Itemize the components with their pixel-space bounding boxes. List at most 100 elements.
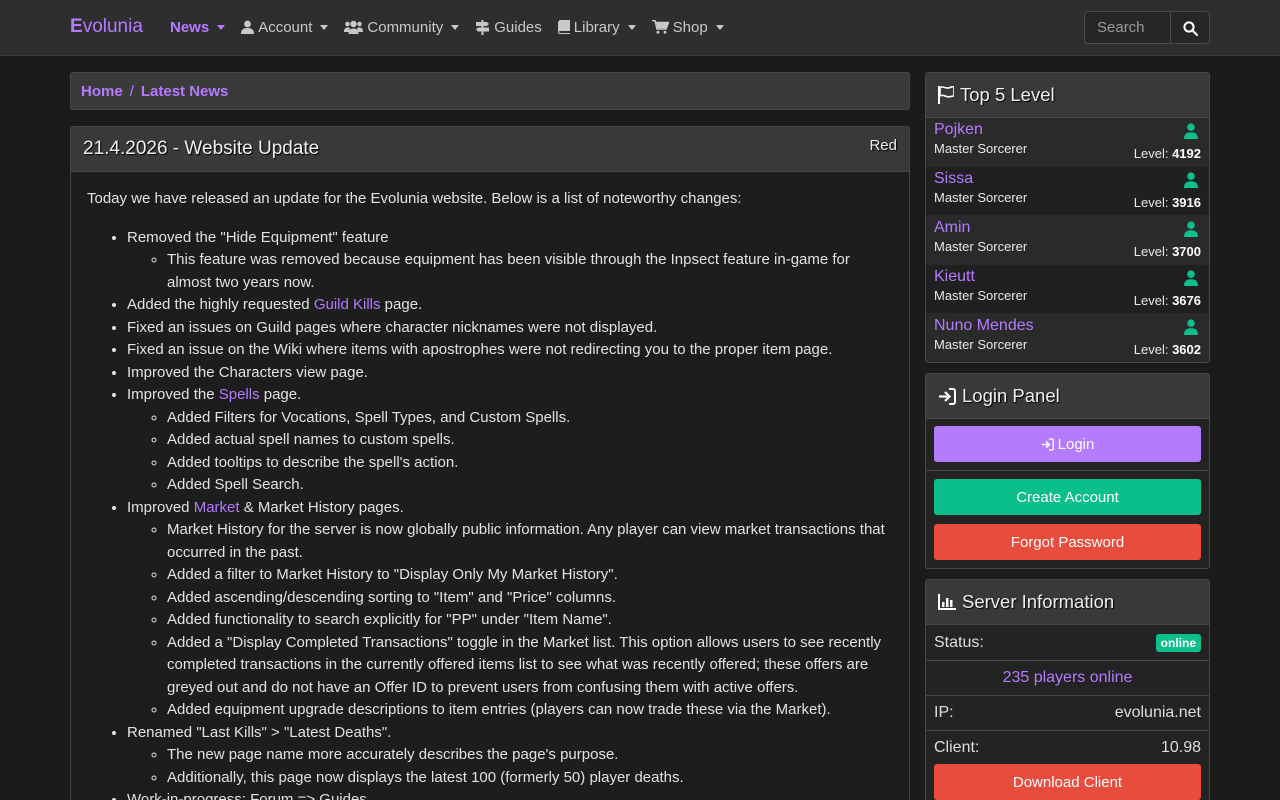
player-name-link[interactable]: Nuno Mendes [934,317,1034,335]
create-account-button[interactable]: Create Account [934,479,1201,515]
level-label: Level: [1133,293,1169,308]
sub-list-item: Added tooltips to describe the spell's a… [167,452,893,475]
guild-kills-link[interactable]: Guild Kills [314,296,381,313]
nav-news[interactable]: News [170,19,226,36]
level-label: Level: [1133,146,1169,161]
sub-list: Market History for the server is now glo… [127,519,893,722]
breadcrumb: Home / Latest News [70,72,910,110]
top5-header: Top 5 Level [926,73,1209,118]
breadcrumb-current[interactable]: Latest News [141,83,229,100]
status-label: Status: [934,633,984,651]
article-title: 21.4.2026 - Website Update [83,138,320,159]
download-client-label: Download Client [1012,773,1123,791]
player-level: Level: 3700 [1134,244,1201,259]
list-item-text: Removed the "Hide Equipment" feature [127,228,389,246]
divider [926,470,1209,471]
caret-down-icon [451,24,460,30]
sign-in-icon [1041,437,1054,451]
nav-shop[interactable]: Shop [651,19,724,36]
nav-library[interactable]: Library [557,18,636,36]
top5-row: Pojken Master Sorcerer Level: 4192 [926,118,1209,167]
list-item: Renamed "Last Kills" > "Latest Deaths". … [127,722,893,790]
cart-icon [651,20,669,34]
user-icon [1184,318,1198,336]
list-item-text: page. [380,296,423,313]
brand-rest: volunia [82,16,143,37]
market-link[interactable]: Market [194,499,240,516]
download-client-button[interactable]: Download Client [934,764,1201,800]
user-icon [1184,171,1198,189]
search-input[interactable] [1084,11,1170,44]
nav-community[interactable]: Community [344,19,460,36]
chart-icon [938,594,956,610]
sub-list-item: Additionally, this page now displays the… [167,767,893,790]
ip-value: evolunia.net [1114,704,1201,721]
player-name-link[interactable]: Kieutt [934,268,975,286]
players-online-row: 235 players online [926,660,1209,695]
player-level: Level: 3676 [1134,293,1201,308]
brand-logo[interactable]: Evolunia [70,16,143,38]
list-item: Improved the Characters view page. [127,362,893,385]
sub-list-item: This feature was removed because equipme… [167,249,893,294]
sub-list: This feature was removed because equipme… [127,249,893,294]
list-item: Fixed an issues on Guild pages where cha… [127,317,893,340]
caret-down-icon [627,24,636,30]
level-value: 4192 [1172,146,1201,161]
level-label: Level: [1133,195,1169,210]
spells-link[interactable]: Spells [219,386,260,403]
server-title: Server Information [962,591,1115,612]
forgot-password-label: Forgot Password [1010,533,1125,551]
login-button[interactable]: Login [934,426,1201,462]
sub-list-item: Added equipment upgrade descriptions to … [167,699,893,722]
top5-row: Sissa Master Sorcerer Level: 3916 [926,167,1209,216]
player-name-link[interactable]: Sissa [934,170,973,188]
nav-account[interactable]: Account [241,18,329,36]
sub-list: The new page name more accurately descri… [127,744,893,789]
search-button[interactable] [1170,11,1210,44]
sign-in-icon [938,387,956,405]
players-online-link[interactable]: 235 players online [1003,669,1133,687]
main-nav: News Account Community Guides Library Sh… [170,0,740,54]
nav-library-label: Library [573,18,620,36]
player-name-link[interactable]: Amin [934,219,970,237]
user-icon [1184,220,1198,238]
nav-guides[interactable]: Guides [475,19,542,36]
sub-list-item: Added a filter to Market History to "Dis… [167,564,893,587]
book-icon [557,20,570,34]
top5-row: Amin Master Sorcerer Level: 3700 [926,216,1209,265]
client-label: Client: [934,739,980,756]
caret-down-icon [217,24,226,30]
article-author: Red [869,137,897,154]
list-item: Improved Market & Market History pages. … [127,497,893,722]
list-item-text: Improved the [127,386,219,403]
status-badge: online [1155,633,1201,652]
article-header: 21.4.2026 - Website Update Red [71,127,909,172]
ip-label: IP: [934,704,954,721]
list-item: Improved the Spells page. Added Filters … [127,384,893,497]
nav-account-label: Account [258,18,313,36]
level-value: 3602 [1172,342,1201,357]
client-row: Client: 10.98 [926,730,1209,765]
list-item: Added the highly requested Guild Kills p… [127,294,893,317]
users-icon [344,20,364,34]
status-row: Status: online [926,625,1209,660]
player-vocation: Master Sorcerer [934,141,1028,156]
list-item-text: page. [259,386,302,403]
login-header: Login Panel [926,374,1209,419]
caret-down-icon [715,24,724,30]
forgot-password-button[interactable]: Forgot Password [934,524,1201,560]
breadcrumb-home[interactable]: Home [81,83,123,100]
player-vocation: Master Sorcerer [934,190,1028,205]
player-name-link[interactable]: Pojken [934,121,983,139]
search-icon [1182,19,1198,36]
list-item-text: & Market History pages. [239,498,404,516]
user-icon [241,20,255,34]
level-label: Level: [1133,342,1169,357]
client-value: 10.98 [1160,739,1201,756]
breadcrumb-separator: / [129,82,134,100]
server-panel: Server Information Status: online 235 pl… [925,579,1210,800]
flag-icon [938,86,954,104]
sub-list-item: Added ascending/descending sorting to "I… [167,587,893,610]
caret-down-icon [320,24,329,30]
player-level: Level: 3916 [1134,195,1201,210]
